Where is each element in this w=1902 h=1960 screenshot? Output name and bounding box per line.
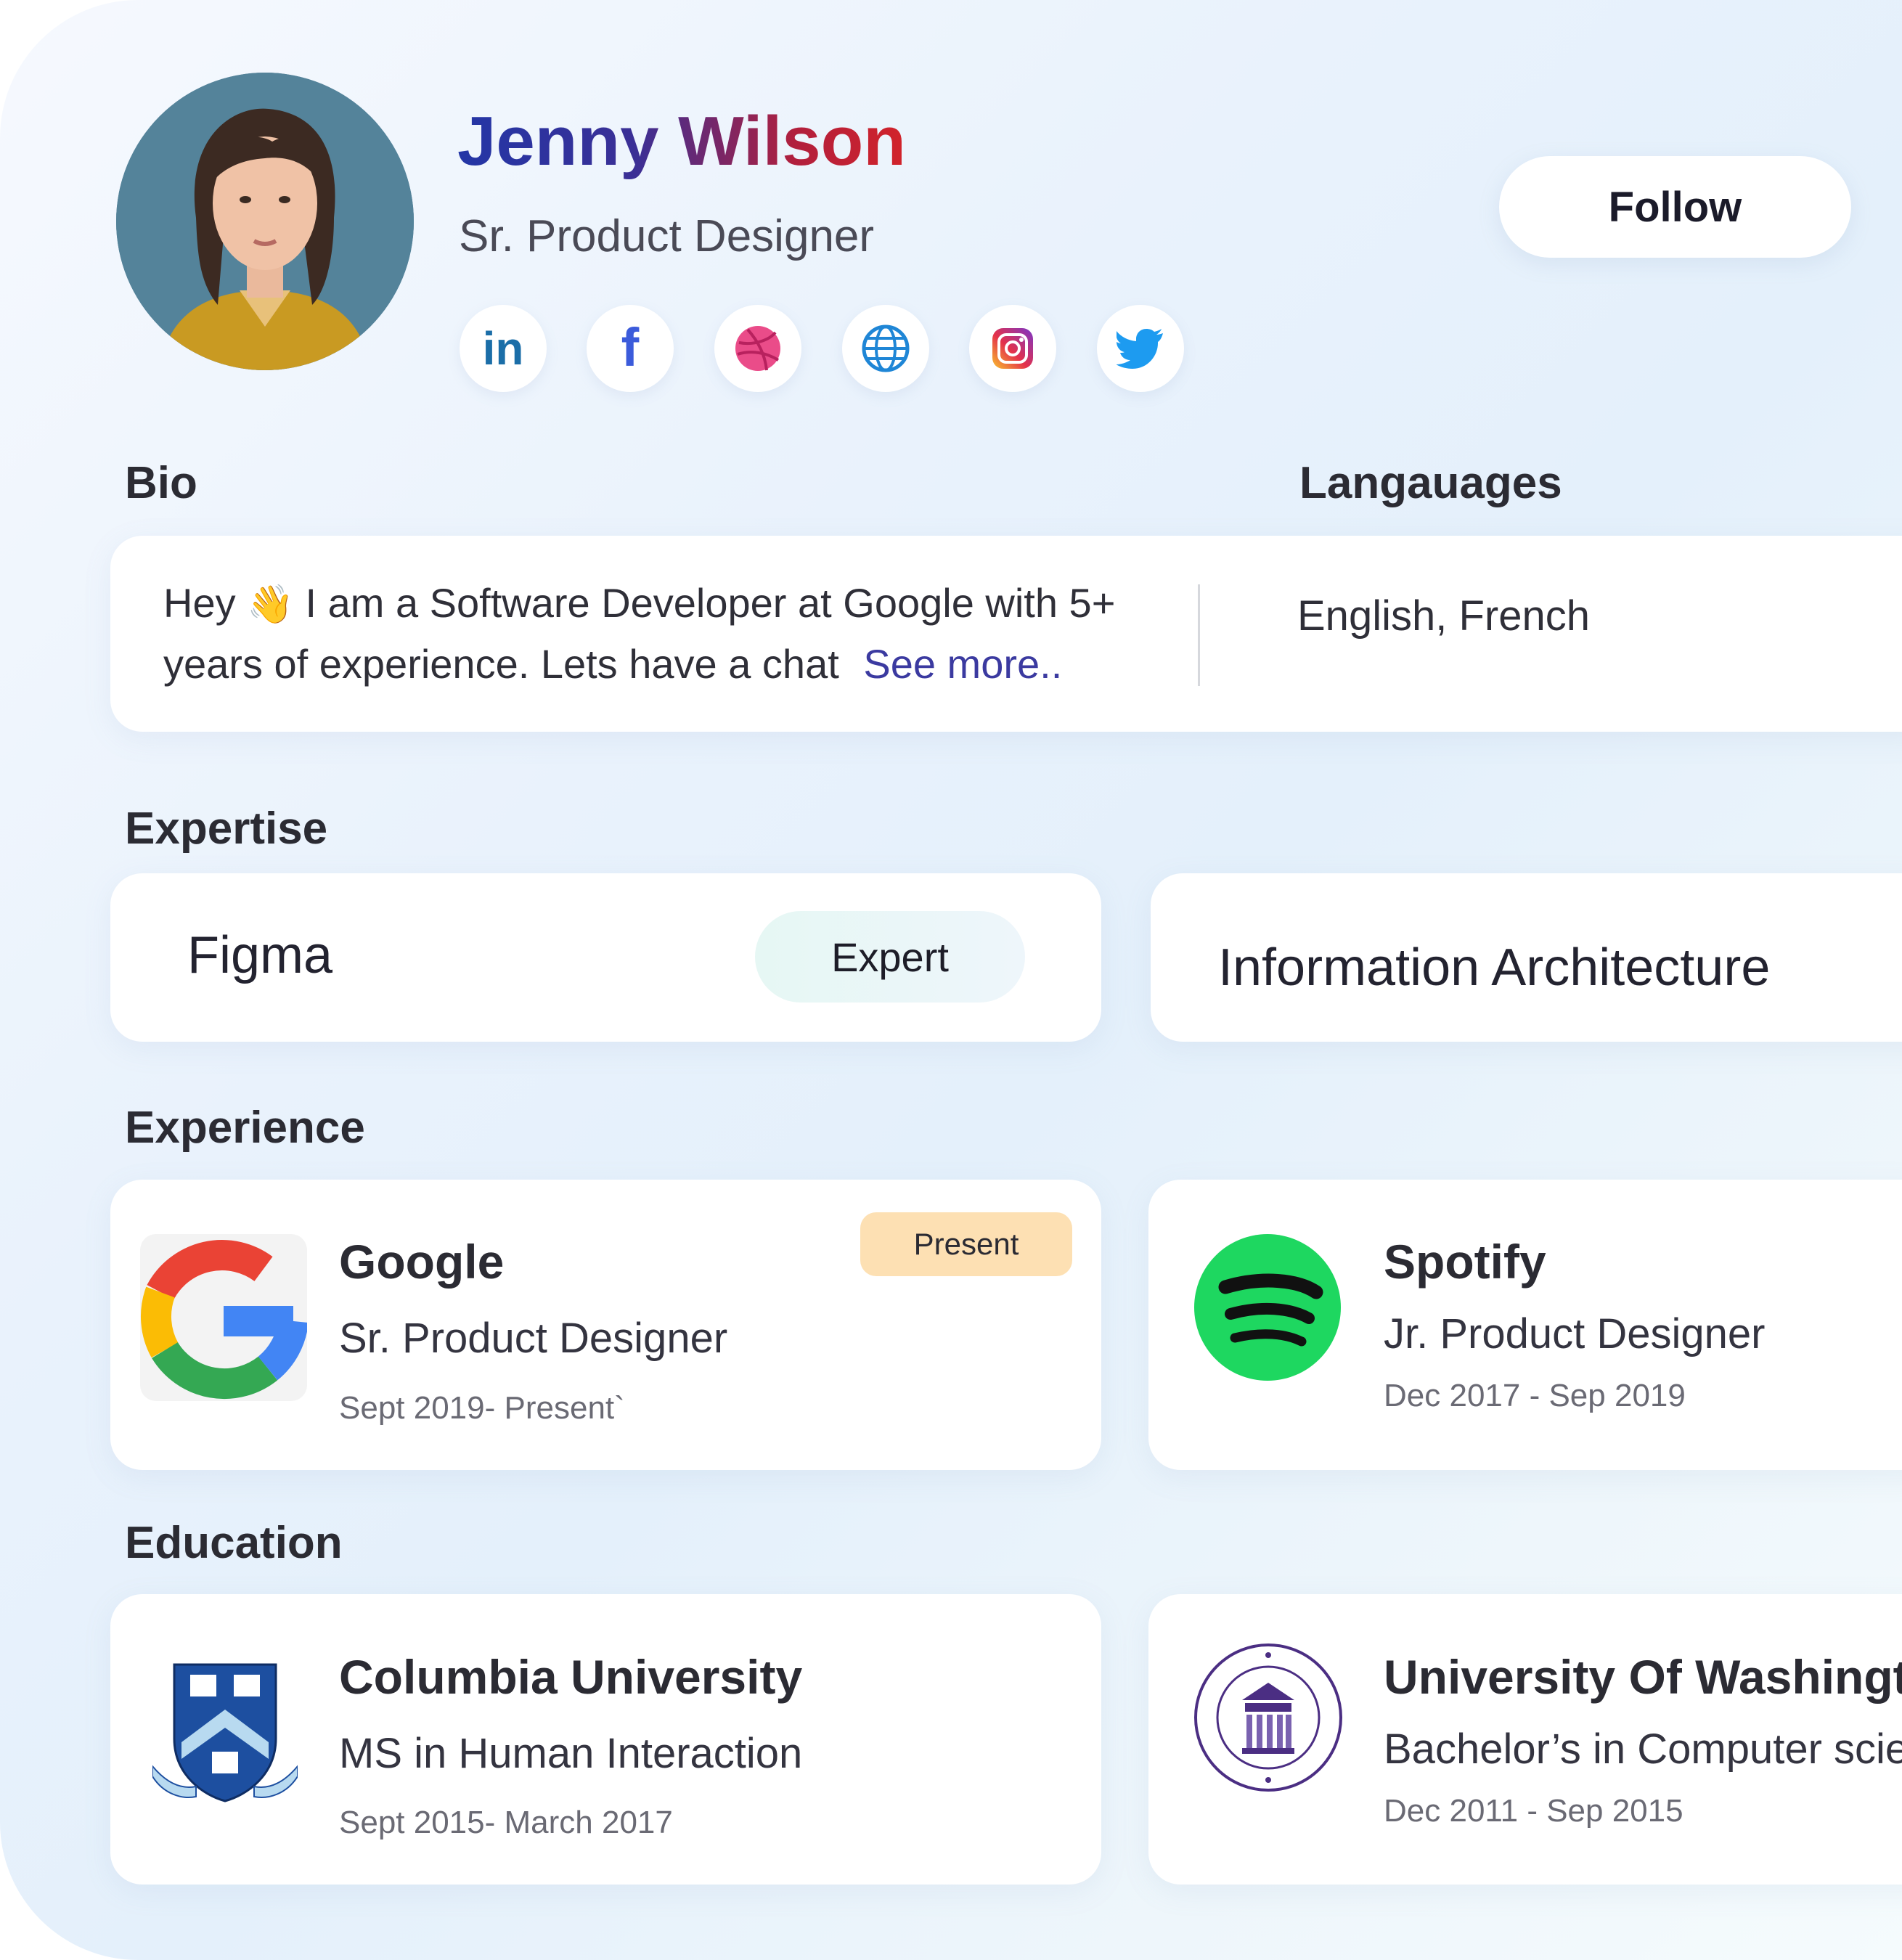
expertise-title: Expertise	[125, 804, 328, 854]
job-dates: Dec 2017 - Sep 2019	[1384, 1378, 1686, 1413]
see-more-link[interactable]: See more..	[863, 641, 1062, 687]
job-title: Sr. Product Designer	[339, 1315, 728, 1362]
columbia-crest	[152, 1659, 298, 1804]
dribbble-icon[interactable]	[714, 305, 801, 392]
languages-value: English, French	[1297, 592, 1590, 640]
bio-divider	[1198, 584, 1200, 686]
spotify-logo	[1193, 1233, 1342, 1382]
instagram-icon[interactable]	[969, 305, 1056, 392]
job-title: Jr. Product Designer	[1384, 1310, 1766, 1357]
school-name: Columbia University	[339, 1650, 803, 1704]
globe-icon[interactable]	[842, 305, 929, 392]
skill-level-badge: Expert	[755, 911, 1025, 1003]
present-badge: Present	[860, 1212, 1072, 1276]
education-dates: Sept 2015- March 2017	[339, 1805, 673, 1840]
skill-name: Information Architecture	[1218, 939, 1771, 997]
google-logo	[140, 1234, 309, 1401]
profile-panel: Jenny Wilson Sr. Product Designer in f F…	[0, 0, 1902, 1960]
linkedin-icon[interactable]: in	[460, 305, 547, 392]
company-name: Google	[339, 1235, 505, 1289]
bio-text-start: Hey	[163, 580, 236, 626]
washington-seal	[1193, 1642, 1344, 1793]
wave-icon: 👋	[247, 583, 294, 626]
education-dates: Dec 2011 - Sep 2015	[1384, 1793, 1683, 1829]
job-dates: Sept 2019- Present`	[339, 1390, 625, 1426]
svg-text:f: f	[621, 325, 640, 372]
education-title: Education	[125, 1518, 343, 1568]
company-name: Spotify	[1384, 1235, 1546, 1289]
degree: Bachelor’s in Computer scier	[1384, 1726, 1902, 1773]
skill-name: Figma	[187, 926, 333, 984]
facebook-icon[interactable]: f	[587, 305, 674, 392]
profile-role: Sr. Product Designer	[459, 211, 875, 261]
bio-title: Bio	[125, 458, 197, 508]
degree: MS in Human Interaction	[339, 1730, 803, 1777]
school-name: University Of Washingt	[1384, 1650, 1902, 1704]
bio-text: Hey 👋 I am a Software Developer at Googl…	[163, 573, 1165, 694]
twitter-icon[interactable]	[1097, 305, 1184, 392]
profile-name: Jenny Wilson	[457, 102, 906, 180]
svg-text:in: in	[483, 325, 524, 372]
follow-button[interactable]: Follow	[1499, 156, 1851, 258]
avatar	[116, 73, 414, 370]
languages-title: Langauages	[1299, 458, 1562, 508]
experience-title: Experience	[125, 1103, 365, 1153]
